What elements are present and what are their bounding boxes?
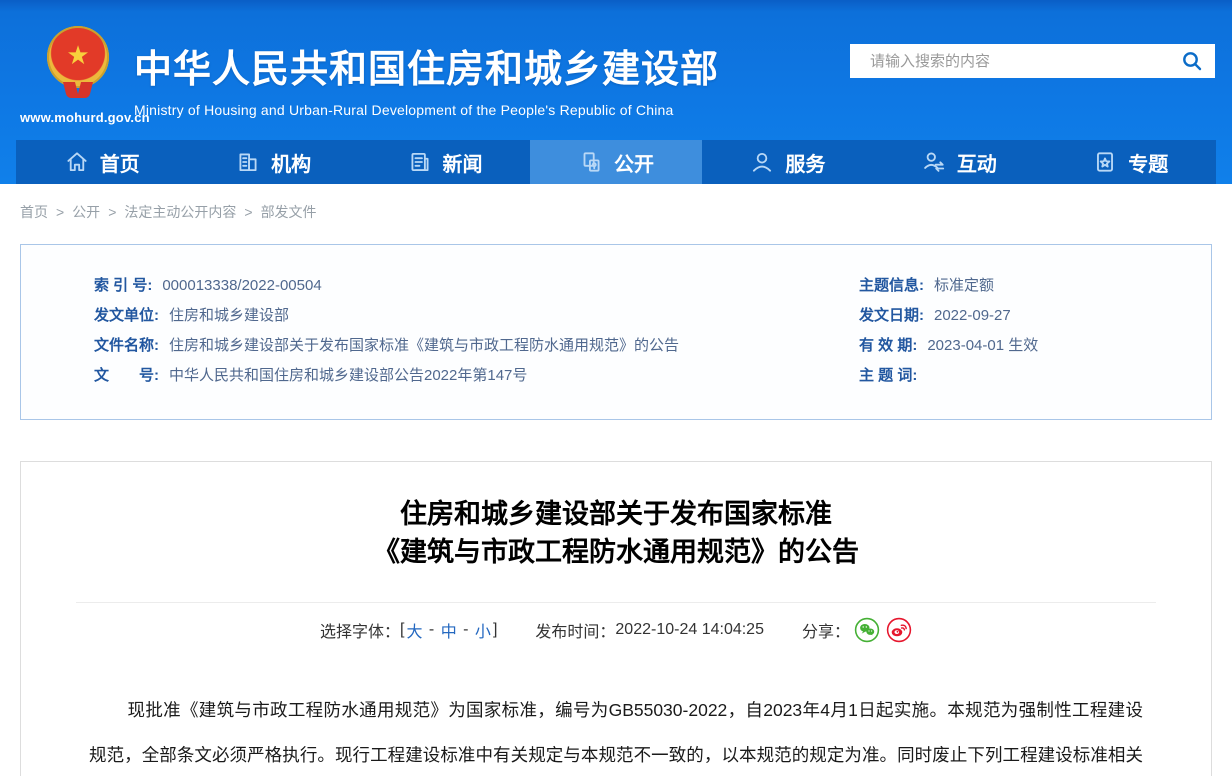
- meta-label: 发文单位:: [94, 301, 159, 331]
- nav-item-label: 公开: [614, 148, 654, 177]
- meta-row-issuing-unit: 发文单位: 住房和城乡建设部: [94, 301, 859, 331]
- organization-icon: [235, 149, 261, 175]
- breadcrumb: 首页 > 公开 > 法定主动公开内容 > 部发文件: [0, 184, 1232, 236]
- service-icon: [749, 149, 775, 175]
- document-meta-bar: 选择字体： [ 大 - 中 - 小 ] 发布时间： 2022-10-24 14:…: [21, 615, 1211, 645]
- nav-item-service[interactable]: 服务: [702, 140, 873, 184]
- site-title-english: Ministry of Housing and Urban-Rural Deve…: [134, 102, 719, 118]
- breadcrumb-item-home[interactable]: 首页: [20, 202, 48, 222]
- nav-item-organization[interactable]: 机构: [187, 140, 358, 184]
- national-emblem-logo: ★: [47, 26, 109, 98]
- title-divider: [76, 602, 1156, 603]
- breadcrumb-item-ministry-documents[interactable]: 部发文件: [261, 202, 317, 222]
- meta-value: 标准定额: [934, 271, 994, 301]
- nav-item-news[interactable]: 新闻: [359, 140, 530, 184]
- font-size-medium-link[interactable]: 中: [439, 618, 459, 642]
- font-size-selector: 选择字体： [ 大 - 中 - 小 ]: [320, 618, 497, 642]
- meta-label: 文件名称:: [94, 331, 159, 361]
- font-selector-label: 选择字体：: [320, 618, 400, 642]
- nav-item-disclosure[interactable]: 公开: [530, 140, 701, 184]
- main-navigation: 首页 机构 新闻 公开 服务: [16, 140, 1216, 184]
- meta-value: 中华人民共和国住房和城乡建设部公告2022年第147号: [169, 361, 527, 391]
- meta-label: 文 号:: [94, 361, 159, 391]
- nav-item-special-topic[interactable]: 专题: [1045, 140, 1216, 184]
- meta-row-topic-info: 主题信息: 标准定额: [859, 271, 1211, 301]
- font-selector-bracket: ]: [493, 621, 497, 639]
- publish-time-label: 发布时间：: [535, 618, 615, 642]
- meta-label: 主 题 词:: [859, 361, 917, 391]
- meta-label: 主题信息:: [859, 271, 924, 301]
- font-selector-separator: -: [424, 621, 438, 639]
- breadcrumb-item-statutory-content[interactable]: 法定主动公开内容: [124, 202, 236, 222]
- nav-item-label: 首页: [100, 148, 140, 177]
- publish-time-value: 2022-10-24 14:04:25: [615, 621, 764, 639]
- emblem-star-icon: ★: [66, 42, 89, 68]
- meta-row-index-number: 索 引 号: 000013338/2022-00504: [94, 271, 859, 301]
- nav-item-home[interactable]: 首页: [16, 140, 187, 184]
- font-size-large-link[interactable]: 大: [404, 618, 424, 642]
- meta-value: 2022-09-27: [934, 301, 1011, 331]
- meta-label: 索 引 号:: [94, 271, 152, 301]
- search-icon: [1181, 50, 1203, 72]
- nav-item-label: 互动: [957, 148, 997, 177]
- document-content-panel: 住房和城乡建设部关于发布国家标准 《建筑与市政工程防水通用规范》的公告 选择字体…: [20, 461, 1212, 776]
- meta-value: 住房和城乡建设部关于发布国家标准《建筑与市政工程防水通用规范》的公告: [169, 331, 679, 361]
- home-icon: [64, 149, 90, 175]
- meta-value: 2023-04-01 生效: [927, 331, 1038, 361]
- site-header: ★ www.mohurd.gov.cn 中华人民共和国住房和城乡建设部 Mini…: [0, 0, 1232, 184]
- document-title-line2: 《建筑与市政工程防水通用规范》的公告: [21, 533, 1211, 571]
- nav-item-label: 新闻: [443, 148, 483, 177]
- search-box[interactable]: [850, 44, 1215, 78]
- meta-label: 发文日期:: [859, 301, 924, 331]
- disclosure-icon: [578, 149, 604, 175]
- breadcrumb-separator: >: [56, 204, 64, 220]
- meta-label: 有 效 期:: [859, 331, 917, 361]
- search-button[interactable]: [1169, 44, 1215, 78]
- news-icon: [407, 149, 433, 175]
- meta-row-effective-date: 有 效 期: 2023-04-01 生效: [859, 331, 1211, 361]
- meta-row-issue-date: 发文日期: 2022-09-27: [859, 301, 1211, 331]
- breadcrumb-item-disclosure[interactable]: 公开: [72, 202, 100, 222]
- search-input[interactable]: [850, 44, 1169, 78]
- document-title-line1: 住房和城乡建设部关于发布国家标准: [21, 495, 1211, 533]
- meta-value: 000013338/2022-00504: [162, 271, 321, 301]
- font-selector-separator: -: [459, 621, 473, 639]
- site-url: www.mohurd.gov.cn: [20, 110, 136, 125]
- wechat-share-icon[interactable]: [854, 617, 880, 643]
- breadcrumb-separator: >: [244, 204, 252, 220]
- document-title: 住房和城乡建设部关于发布国家标准 《建筑与市政工程防水通用规范》的公告: [21, 495, 1211, 571]
- nav-item-interaction[interactable]: 互动: [873, 140, 1044, 184]
- nav-item-label: 服务: [785, 148, 825, 177]
- meta-row-document-name: 文件名称: 住房和城乡建设部关于发布国家标准《建筑与市政工程防水通用规范》的公告: [94, 331, 859, 361]
- special-topic-icon: [1092, 149, 1118, 175]
- nav-item-label: 机构: [271, 148, 311, 177]
- weibo-share-icon[interactable]: [886, 617, 912, 643]
- meta-value: 住房和城乡建设部: [169, 301, 289, 331]
- publish-time: 发布时间： 2022-10-24 14:04:25: [535, 618, 764, 642]
- nav-item-label: 专题: [1128, 148, 1168, 177]
- site-title-chinese: 中华人民共和国住房和城乡建设部: [134, 38, 719, 93]
- document-metadata-panel: 索 引 号: 000013338/2022-00504 发文单位: 住房和城乡建…: [20, 244, 1212, 420]
- font-size-small-link[interactable]: 小: [473, 618, 493, 642]
- interaction-icon: [921, 149, 947, 175]
- document-body-paragraph: 现批准《建筑与市政工程防水通用规范》为国家标准，编号为GB55030-2022，…: [89, 688, 1143, 776]
- breadcrumb-separator: >: [108, 204, 116, 220]
- meta-row-document-number: 文 号: 中华人民共和国住房和城乡建设部公告2022年第147号: [94, 361, 859, 391]
- share-bar: 分享：: [802, 617, 912, 643]
- share-label: 分享：: [802, 618, 850, 642]
- meta-row-keywords: 主 题 词:: [859, 361, 1211, 391]
